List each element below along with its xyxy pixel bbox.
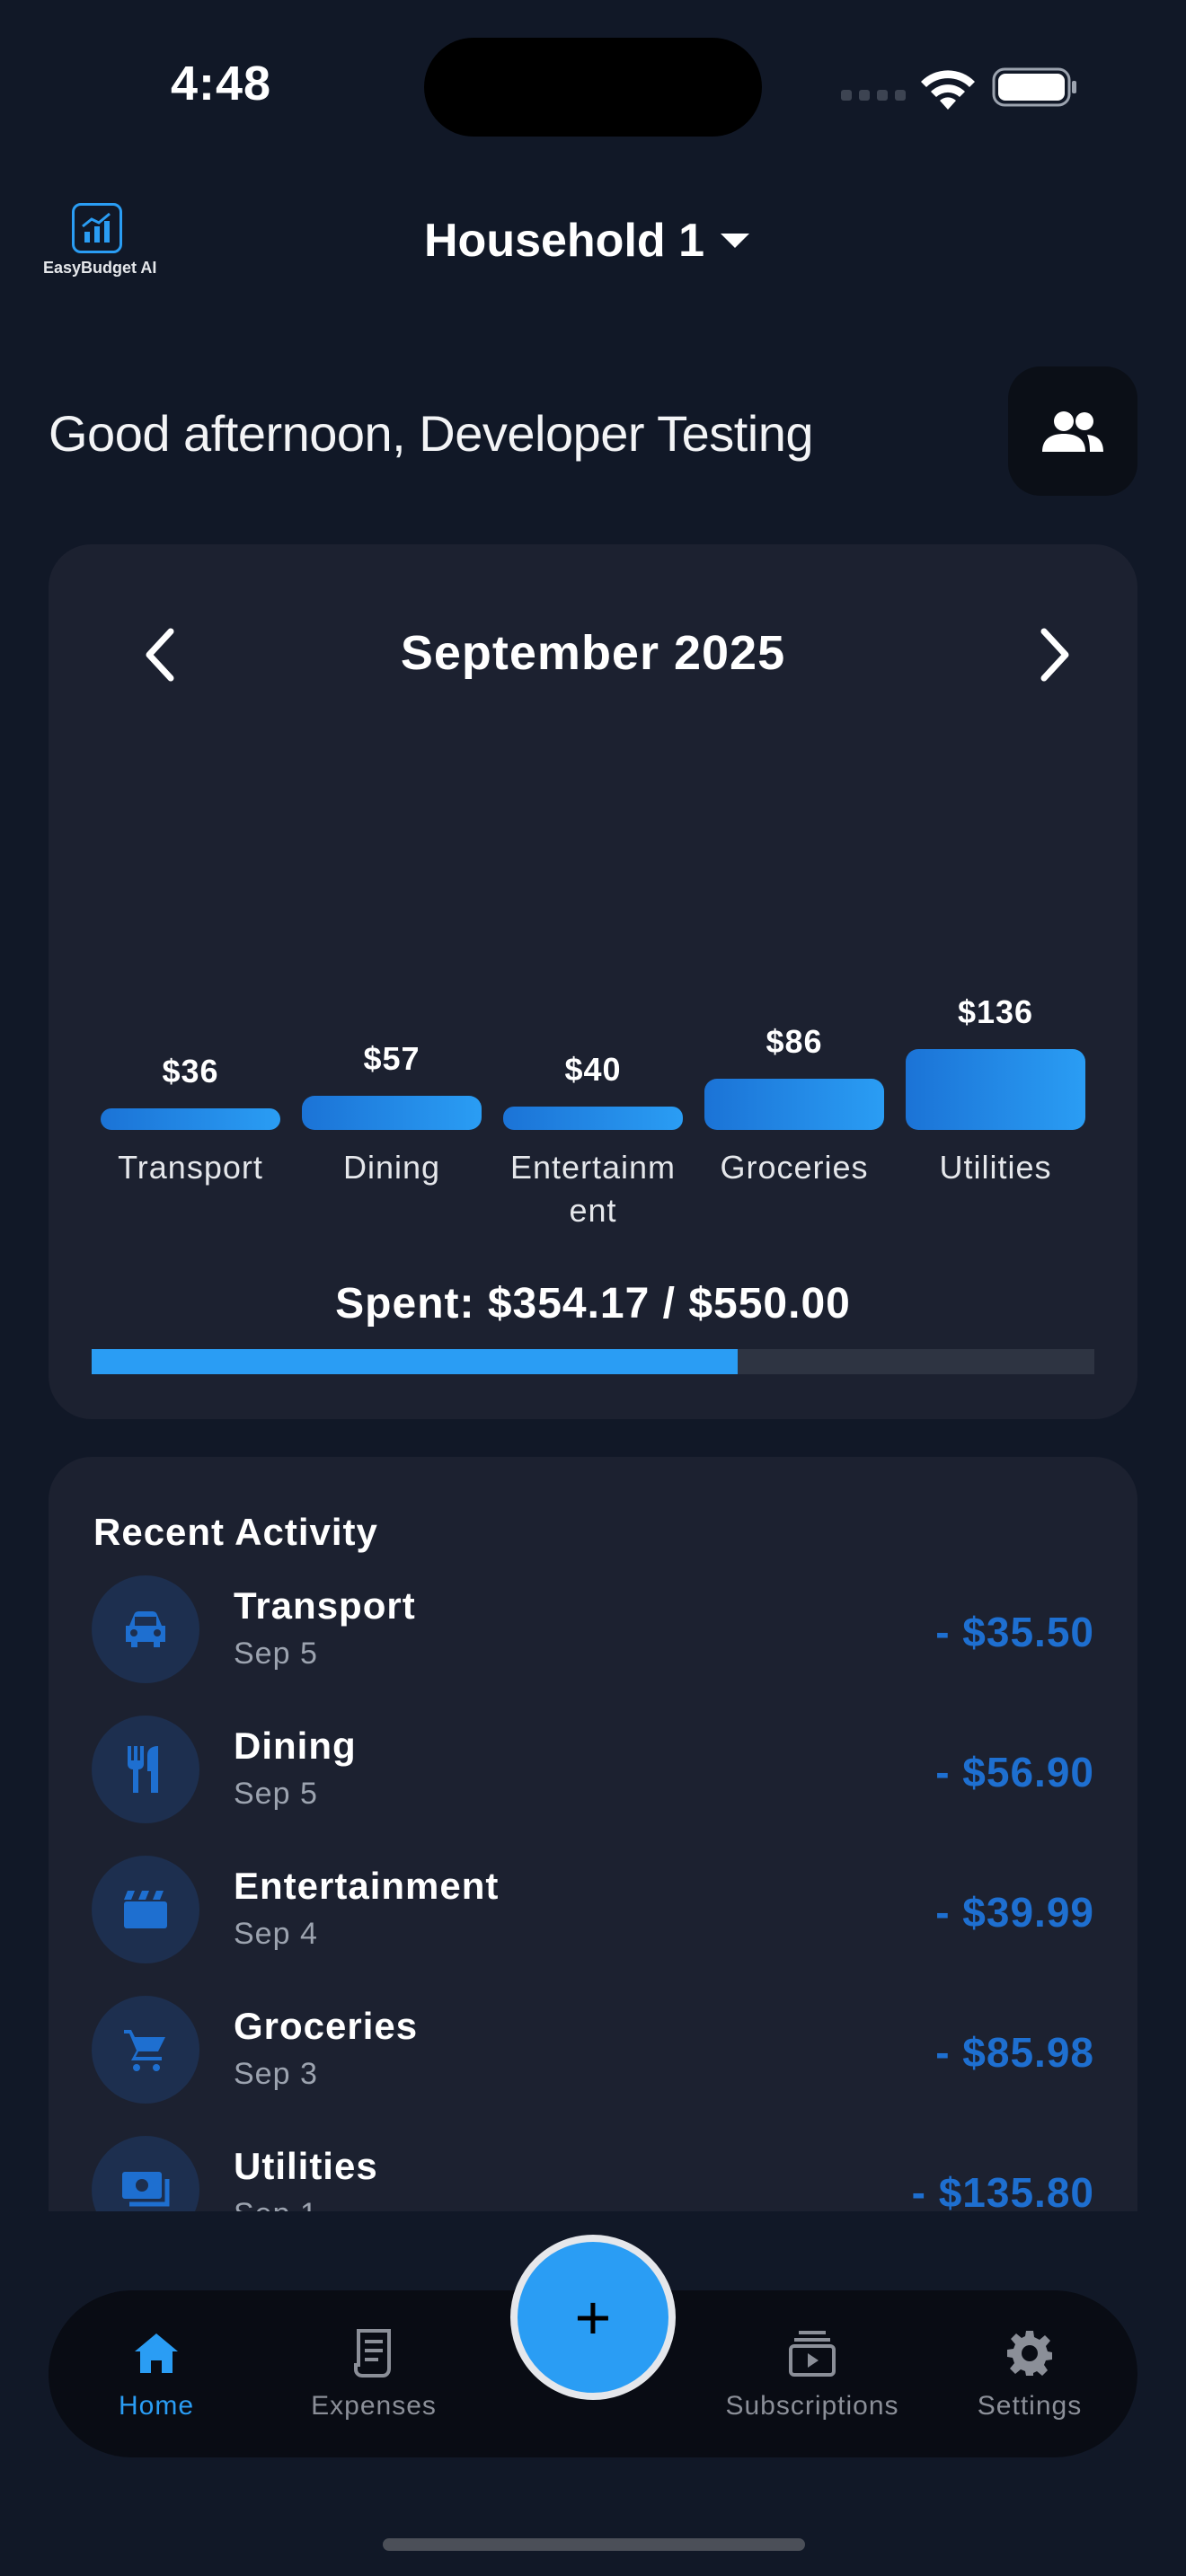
- bar-value-label: $36: [162, 1053, 219, 1090]
- budget-progress-fill: [92, 1349, 738, 1374]
- add-expense-button[interactable]: +: [510, 2235, 676, 2400]
- transaction-date: Sep 3: [234, 2057, 318, 2091]
- dynamic-island: [424, 38, 762, 137]
- bar-fill: [101, 1108, 280, 1130]
- transaction-category: Dining: [234, 1725, 357, 1767]
- transaction-amount: - $39.99: [935, 1889, 1094, 1936]
- budget-progress-bar: [92, 1349, 1094, 1374]
- bar-value-label: $86: [766, 1023, 823, 1060]
- growth-chart-icon: [72, 203, 122, 253]
- household-name: Household 1: [424, 215, 705, 267]
- bar-category-label: Dining: [342, 1149, 441, 1186]
- home-indicator: [383, 2538, 805, 2551]
- bar-category-label: Groceries: [720, 1149, 869, 1186]
- car-icon: [92, 1575, 199, 1683]
- bar-fill: [302, 1096, 482, 1130]
- transaction-amount: - $35.50: [935, 1609, 1094, 1655]
- nav-home-label: Home: [118, 2391, 195, 2421]
- bar-entertainment: $40 Entertainm ent: [503, 778, 683, 1229]
- app-logo: EasyBudget AI: [43, 203, 157, 278]
- caret-down-icon: [721, 234, 750, 248]
- nav-expenses[interactable]: Expenses: [284, 2326, 464, 2422]
- logo-text: EasyBudget AI: [43, 259, 157, 277]
- transaction-row[interactable]: Transport Sep 5 - $35.50: [92, 1575, 1094, 1683]
- budget-summary-card: September 2025 $36 Transport $57 Dining $40 E…: [49, 544, 1137, 1419]
- transaction-row[interactable]: Dining Sep 5 - $56.90: [92, 1716, 1094, 1823]
- bar-value-label: $136: [957, 993, 1034, 1030]
- subscriptions-icon: [722, 2326, 902, 2380]
- recent-activity-title: Recent Activity: [93, 1511, 378, 1553]
- nav-settings-label: Settings: [977, 2391, 1083, 2421]
- battery-icon: [992, 67, 1076, 107]
- household-selector[interactable]: Household 1: [424, 214, 750, 268]
- utensils-icon: [92, 1716, 199, 1823]
- money-icon: [92, 2136, 199, 2211]
- home-icon: [66, 2326, 246, 2380]
- nav-settings[interactable]: Settings: [940, 2326, 1120, 2422]
- people-icon: [1042, 411, 1103, 452]
- transaction-category: Entertainment: [234, 1865, 500, 1907]
- transaction-date: Sep 5: [234, 1636, 318, 1671]
- transaction-date: Sep 5: [234, 1777, 318, 1811]
- bar-value-label: $40: [564, 1051, 622, 1088]
- bar-fill: [906, 1049, 1085, 1130]
- transaction-amount: - $56.90: [935, 1749, 1094, 1795]
- receipt-icon: [284, 2326, 464, 2380]
- plus-icon: +: [574, 2282, 612, 2352]
- cart-icon: [92, 1996, 199, 2104]
- nav-expenses-label: Expenses: [311, 2391, 437, 2421]
- spent-summary: Spent: $354.17 / $550.00: [335, 1280, 851, 1328]
- transaction-amount: - $85.98: [935, 2029, 1094, 2076]
- wifi-icon: [921, 70, 975, 110]
- bar-value-label: $57: [363, 1040, 420, 1077]
- nav-subscriptions-label: Subscriptions: [725, 2391, 899, 2421]
- bar-fill: [704, 1079, 884, 1130]
- transaction-row[interactable]: Utilities Sep 1 - $135.80: [92, 2136, 1094, 2211]
- clapperboard-icon: [92, 1856, 199, 1963]
- bar-transport: $36 Transport: [101, 778, 280, 1186]
- bar-category-label: Utilities: [939, 1149, 1052, 1186]
- transaction-amount: - $135.80: [911, 2169, 1094, 2211]
- bar-fill: [503, 1107, 683, 1130]
- transaction-category: Utilities: [234, 2145, 378, 2187]
- bar-utilities: $136 Utilities: [906, 778, 1085, 1186]
- transaction-date: Sep 4: [234, 1917, 318, 1951]
- category-bar-chart: $36 Transport $57 Dining $40 Entertainm ent $86…: [101, 778, 1085, 1229]
- gear-icon: [940, 2326, 1120, 2380]
- transaction-date: Sep 1: [234, 2197, 318, 2211]
- next-month-button[interactable]: [1028, 623, 1082, 686]
- transaction-row[interactable]: Entertainment Sep 4 - $39.99: [92, 1856, 1094, 1963]
- bar-category-label: Transport: [118, 1149, 263, 1186]
- transaction-category: Groceries: [234, 2005, 419, 2047]
- nav-home[interactable]: Home: [66, 2326, 246, 2422]
- transaction-category: Transport: [234, 1584, 416, 1627]
- bar-groceries: $86 Groceries: [704, 778, 884, 1186]
- recent-activity-card: Recent Activity Transport Sep 5 - $35.50…: [49, 1457, 1137, 2211]
- bar-category-label: Entertainm ent: [509, 1149, 677, 1229]
- month-title: September 2025: [400, 626, 786, 680]
- cellular-signal-icon: [841, 90, 906, 101]
- transaction-row[interactable]: Groceries Sep 3 - $85.98: [92, 1996, 1094, 2104]
- bar-dining: $57 Dining: [302, 778, 482, 1186]
- status-time: 4:48: [171, 57, 272, 110]
- nav-subscriptions[interactable]: Subscriptions: [722, 2326, 902, 2422]
- members-button[interactable]: [1008, 366, 1137, 496]
- chevron-right-icon: [1040, 628, 1069, 682]
- greeting: Good afternoon, Developer Testing: [49, 405, 814, 462]
